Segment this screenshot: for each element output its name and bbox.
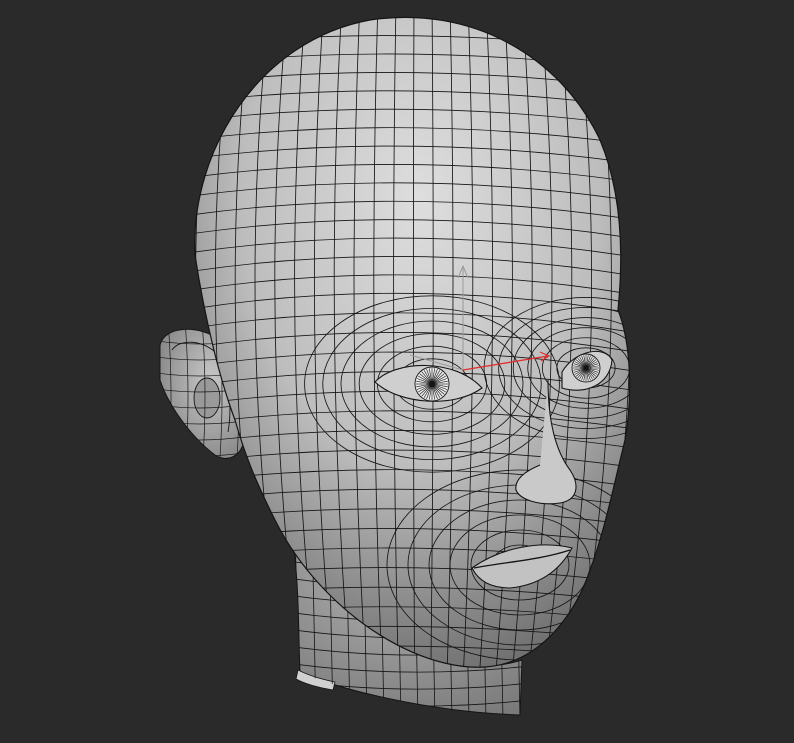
neck-wire-h [290,712,522,715]
3d-viewport[interactable] [0,0,794,743]
head-mesh-render[interactable] [0,0,794,743]
head-mesh-icon[interactable] [150,0,700,700]
